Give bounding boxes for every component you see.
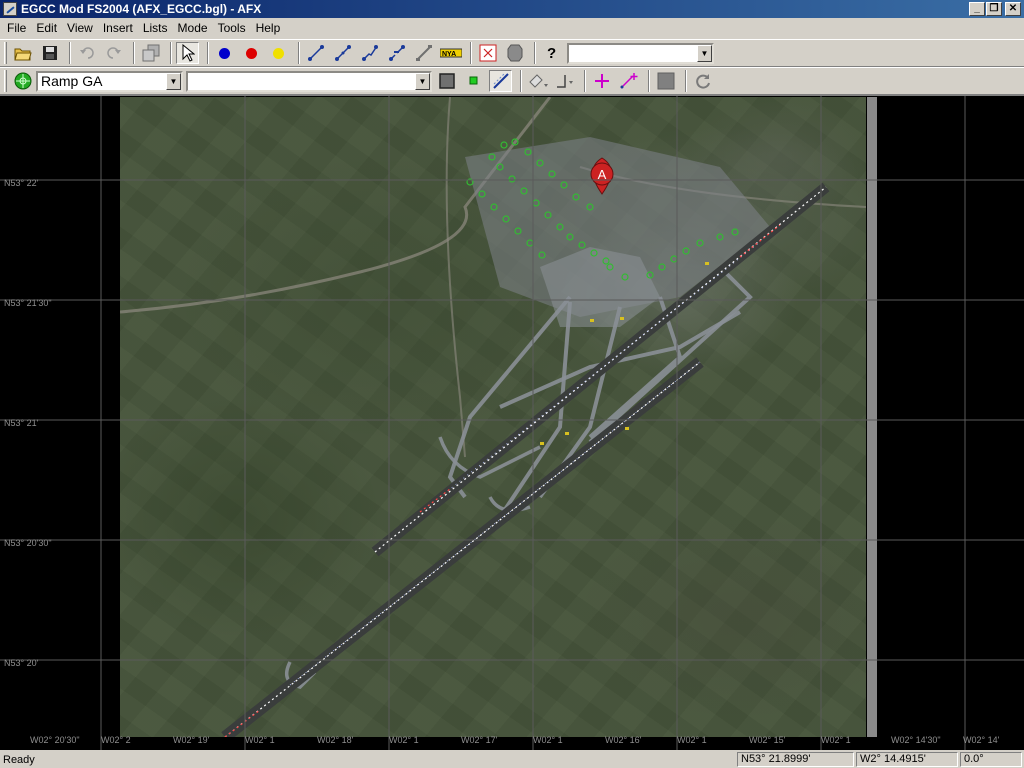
toolbar-grip[interactable] [4,42,7,64]
hold-short-icon[interactable] [553,70,576,92]
latitude-label: N53° 21' [4,418,39,428]
longitude-label: W02° 14' [963,735,1000,745]
restore-button[interactable]: ❐ [986,2,1002,16]
menu-tools[interactable]: Tools [213,19,251,37]
menu-lists[interactable]: Lists [138,19,173,37]
redo-icon[interactable] [102,42,125,64]
latitude-label: N53° 20' [4,658,39,668]
toolbar-separator [470,42,472,64]
longitude-label: W02° 18' [317,735,354,745]
longitude-label: W02° 16' [605,735,642,745]
refresh-icon[interactable] [691,70,714,92]
green-radar-icon[interactable] [11,70,34,92]
blue-point-icon[interactable] [213,42,236,64]
toolbar-separator [133,42,135,64]
toolbar-dropdown[interactable]: ▼ [567,42,714,64]
yellow-point-icon[interactable] [267,42,290,64]
longitude-label: W02° 15' [749,735,786,745]
longitude-label: W02° 1 [245,735,275,745]
object-dropdown[interactable]: ▼ [186,70,432,92]
menu-file[interactable]: File [2,19,31,37]
app-icon[interactable] [3,2,17,16]
exclusion-icon[interactable] [476,42,499,64]
status-text: Ready [3,753,35,766]
coordinate-grid [0,96,1024,750]
svg-text:NYA: NYA [442,51,456,58]
longitude-label: W02° 17' [461,735,498,745]
status-longitude: W2° 14.4915' [856,752,958,767]
apron-fill-icon[interactable] [435,70,458,92]
menu-help[interactable]: Help [251,19,286,37]
status-heading: 0.0° [960,752,1022,767]
select-arrow-icon[interactable] [176,42,199,64]
chevron-down-icon[interactable]: ▼ [415,72,430,90]
map-canvas[interactable]: A N53° 22' N53° 21'30" N53° 21' N53° 20'… [0,95,1024,750]
menu-insert[interactable]: Insert [98,19,138,37]
menu-bar: File Edit View Insert Lists Mode Tools H… [0,18,1024,38]
toolbar-separator [298,42,300,64]
longitude-label: W02° 14'30" [891,735,941,745]
toolbar-separator [685,70,687,92]
add-link-icon[interactable] [617,70,640,92]
add-point-icon[interactable] [590,70,613,92]
longitude-label: W02° 19' [173,735,210,745]
menu-edit[interactable]: Edit [31,19,62,37]
copy-object-icon[interactable] [139,42,162,64]
help-icon[interactable]: ? [540,42,563,64]
toolbar-separator [207,42,209,64]
close-button[interactable]: ✕ [1005,2,1021,16]
longitude-label: W02° 2 [101,735,131,745]
menu-view[interactable]: View [62,19,98,37]
boundary-icon[interactable] [503,42,526,64]
paint-icon[interactable] [526,70,549,92]
runway-path-icon[interactable] [331,42,354,64]
longitude-label: W02° 1 [533,735,563,745]
save-icon[interactable] [38,42,61,64]
chevron-down-icon[interactable]: ▼ [697,44,712,62]
vector-icon[interactable] [412,42,435,64]
toolbar-separator [170,42,172,64]
taxi-path-icon[interactable] [304,42,327,64]
grey-square-icon[interactable] [654,70,677,92]
toolbar-separator [69,42,71,64]
edge-line-icon[interactable] [489,70,512,92]
ramp-type-dropdown[interactable]: Ramp GA ▼ [36,70,183,92]
chevron-down-icon[interactable]: ▼ [166,72,181,90]
status-bar: Ready N53° 21.8999' W2° 14.4915' 0.0° [0,751,1024,768]
start-path-icon[interactable] [385,42,408,64]
longitude-label: W02° 1 [677,735,707,745]
undo-icon[interactable] [75,42,98,64]
status-latitude: N53° 21.8999' [737,752,854,767]
taxiway-sign-icon[interactable]: NYA [439,42,462,64]
toolbar-grip[interactable] [4,70,7,92]
main-toolbar: NYA ? ▼ [0,39,1024,67]
secondary-toolbar: Ramp GA ▼ ▼ [0,67,1024,95]
title-bar: EGCC Mod FS2004 (AFX_EGCC.bgl) - AFX _ ❐… [0,0,1024,18]
longitude-label: W02° 1 [821,735,851,745]
latitude-label: N53° 20'30" [4,538,52,548]
latitude-label: N53° 21'30" [4,298,52,308]
latitude-label: N53° 22' [4,178,39,188]
minimize-button[interactable]: _ [969,2,985,16]
parking-path-icon[interactable] [358,42,381,64]
green-node-icon[interactable] [462,70,485,92]
toolbar-separator [520,70,522,92]
menu-mode[interactable]: Mode [173,19,213,37]
open-folder-icon[interactable] [11,42,34,64]
longitude-label: W02° 20'30" [30,735,80,745]
red-point-icon[interactable] [240,42,263,64]
ramp-type-value: Ramp GA [41,73,103,89]
longitude-label: W02° 1 [389,735,419,745]
window-title: EGCC Mod FS2004 (AFX_EGCC.bgl) - AFX [21,2,262,16]
toolbar-separator [584,70,586,92]
toolbar-separator [648,70,650,92]
svg-text:?: ? [547,45,556,62]
toolbar-separator [534,42,536,64]
